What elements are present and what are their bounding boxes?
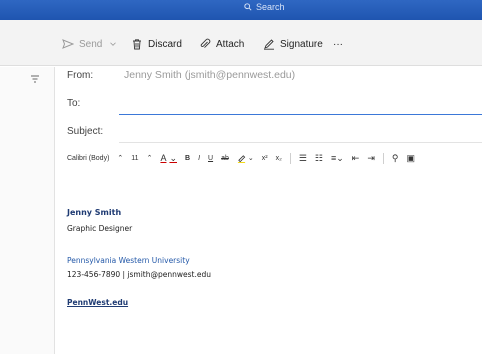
- spinner-icon: ⌃: [146, 155, 153, 162]
- font-size-value: 11: [131, 154, 139, 162]
- signature-title: Graphic Designer: [67, 224, 133, 233]
- font-size-select[interactable]: 11 ⌃: [131, 154, 153, 163]
- chevron-down-icon: ⌄: [247, 155, 254, 162]
- more-label: ···: [333, 38, 343, 50]
- send-button[interactable]: Send: [62, 36, 118, 52]
- font-color-button[interactable]: A ⌄: [160, 153, 177, 164]
- send-label: Send: [79, 38, 103, 50]
- chevron-down-icon: [110, 42, 117, 46]
- discard-label: Discard: [148, 38, 182, 50]
- font-family-value: Calibri (Body): [67, 154, 110, 162]
- italic-button[interactable]: I: [198, 155, 200, 162]
- highlighter-icon: [237, 154, 246, 163]
- filter-icon[interactable]: [30, 74, 40, 84]
- from-field[interactable]: Jenny Smith (jsmith@pennwest.edu): [124, 69, 295, 81]
- to-label: To:: [67, 98, 81, 109]
- paperclip-icon: [200, 38, 211, 48]
- search-placeholder: Search: [256, 2, 285, 12]
- spinner-icon: ⌃: [117, 155, 124, 162]
- search-box[interactable]: Search: [244, 0, 285, 14]
- more-options-button[interactable]: ···: [333, 36, 343, 52]
- search-icon: [244, 3, 252, 11]
- signature-pen-icon: [264, 39, 274, 50]
- to-field[interactable]: [119, 114, 482, 115]
- numbered-list-icon[interactable]: ☷: [315, 153, 323, 164]
- signature-button[interactable]: Signature: [263, 36, 323, 52]
- chevron-down-icon: ⌄: [169, 152, 177, 163]
- align-icon[interactable]: ≡⌄: [331, 153, 344, 164]
- discard-button[interactable]: Discard: [131, 36, 182, 52]
- attach-label: Attach: [216, 38, 245, 50]
- subject-label: Subject:: [67, 126, 104, 137]
- from-label: From:: [67, 70, 94, 81]
- send-icon: [62, 39, 74, 49]
- trash-icon: [133, 39, 141, 50]
- compose-toolbar: Send Discard Attach Signature ···: [0, 20, 482, 66]
- image-icon[interactable]: ▣: [406, 153, 415, 164]
- bullet-list-icon[interactable]: ☰: [299, 153, 307, 164]
- indent-decrease-icon[interactable]: ⇤: [352, 153, 360, 164]
- divider: [289, 152, 291, 164]
- left-rail: [0, 67, 55, 354]
- subject-field[interactable]: [119, 142, 482, 143]
- signature-label: Signature: [280, 38, 323, 50]
- font-family-select[interactable]: Calibri (Body) ⌃: [67, 154, 124, 163]
- link-icon[interactable]: ⚲: [392, 153, 399, 164]
- signature-website-link[interactable]: PennWest.edu: [67, 298, 128, 307]
- underline-button[interactable]: U: [208, 155, 213, 162]
- highlight-button[interactable]: ⌄: [237, 154, 254, 163]
- divider: [382, 152, 384, 164]
- attach-button[interactable]: Attach: [199, 36, 244, 52]
- top-bar: Search: [0, 0, 482, 20]
- superscript-button[interactable]: x²: [262, 155, 268, 162]
- subscript-button[interactable]: x₂: [276, 155, 282, 162]
- signature-university: Pennsylvania Western University: [67, 256, 190, 265]
- indent-increase-icon[interactable]: ⇥: [367, 153, 375, 164]
- font-color-icon: A: [160, 153, 167, 163]
- strikethrough-icon[interactable]: ab: [221, 155, 229, 162]
- formatting-toolbar: Calibri (Body) ⌃ 11 ⌃ A ⌄ B I U ab ⌄ x² …: [67, 150, 423, 166]
- signature-name: Jenny Smith: [67, 208, 122, 217]
- signature-contact: 123-456-7890 | jsmith@pennwest.edu: [67, 270, 211, 279]
- bold-button[interactable]: B: [185, 155, 190, 162]
